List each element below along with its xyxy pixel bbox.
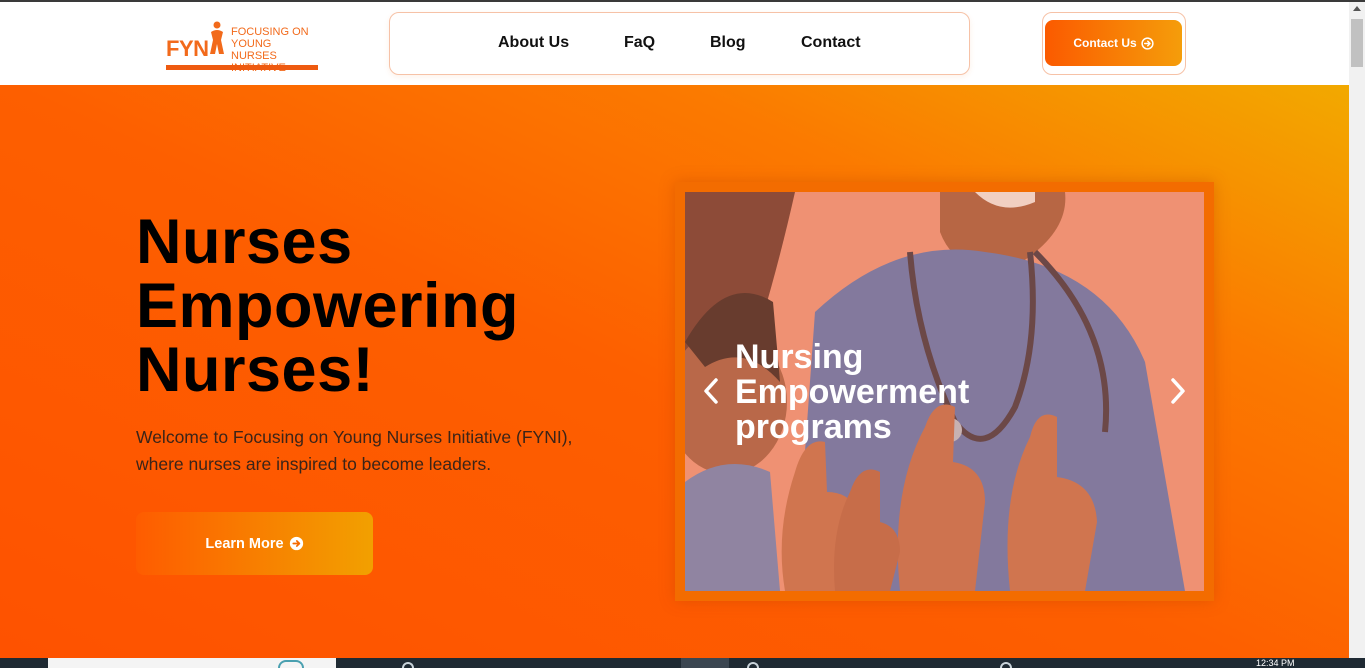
- caption-line-1: Nursing: [735, 338, 864, 376]
- slide-caption: Nursing Empowerment programs: [735, 340, 969, 445]
- taskbar-active-app[interactable]: [681, 658, 729, 668]
- headline-line-2: Empowering: [136, 271, 520, 341]
- hero-headline: Nurses Empowering Nurses!: [136, 210, 519, 402]
- logo-underline: [166, 65, 318, 70]
- image-carousel: Nursing Empowerment programs: [675, 182, 1214, 601]
- nav-faq[interactable]: FaQ: [624, 34, 655, 52]
- hero-subtext: Welcome to Focusing on Young Nurses Init…: [136, 427, 573, 474]
- headline-line-3: Nurses!: [136, 335, 375, 405]
- taskbar-preview[interactable]: [48, 658, 336, 668]
- learn-more-label: Learn More: [205, 535, 284, 552]
- scroll-up-arrow-icon[interactable]: [1353, 6, 1361, 11]
- contact-us-label: Contact Us: [1073, 36, 1137, 50]
- taskbar-app-icon[interactable]: [1000, 662, 1012, 668]
- logo-line-2: Young Nurses: [231, 38, 277, 62]
- caption-line-2: Empowerment: [735, 373, 970, 411]
- site-header: FYN Focusing on Young Nurses Initiative …: [0, 2, 1349, 85]
- chevron-right-icon[interactable]: [1162, 373, 1192, 409]
- contact-us-button[interactable]: Contact Us: [1045, 20, 1182, 66]
- taskbar-app-icon[interactable]: [402, 662, 414, 668]
- logo-abbreviation: FYN: [166, 36, 209, 61]
- headline-line-1: Nurses: [136, 207, 353, 277]
- caption-line-3: programs: [735, 408, 892, 446]
- nav-blog[interactable]: Blog: [710, 34, 746, 52]
- taskbar-app-icon[interactable]: [747, 662, 759, 668]
- nurse-figure-icon: [210, 21, 224, 54]
- preview-icon: [278, 660, 304, 668]
- site-logo[interactable]: FYN Focusing on Young Nurses Initiative: [166, 18, 320, 74]
- carousel-slide: Nursing Empowerment programs: [685, 192, 1204, 591]
- arrow-circle-right-icon: [289, 536, 303, 551]
- learn-more-button[interactable]: Learn More: [136, 512, 373, 575]
- arrow-circle-right-icon: [1141, 36, 1154, 50]
- chevron-left-icon[interactable]: [697, 373, 727, 409]
- main-nav: About Us FaQ Blog Contact: [389, 12, 970, 75]
- logo-line-1: Focusing on: [231, 26, 309, 38]
- contact-us-wrapper: Contact Us: [1042, 12, 1186, 75]
- page-scrollbar[interactable]: [1349, 2, 1365, 658]
- os-taskbar: 12:34 PM: [0, 658, 1365, 668]
- nav-contact[interactable]: Contact: [801, 34, 861, 52]
- scroll-thumb[interactable]: [1351, 19, 1363, 67]
- nav-about-us[interactable]: About Us: [498, 34, 569, 52]
- taskbar-clock: 12:34 PM: [1256, 658, 1295, 668]
- hero-section: Nurses Empowering Nurses! Welcome to Foc…: [0, 85, 1349, 658]
